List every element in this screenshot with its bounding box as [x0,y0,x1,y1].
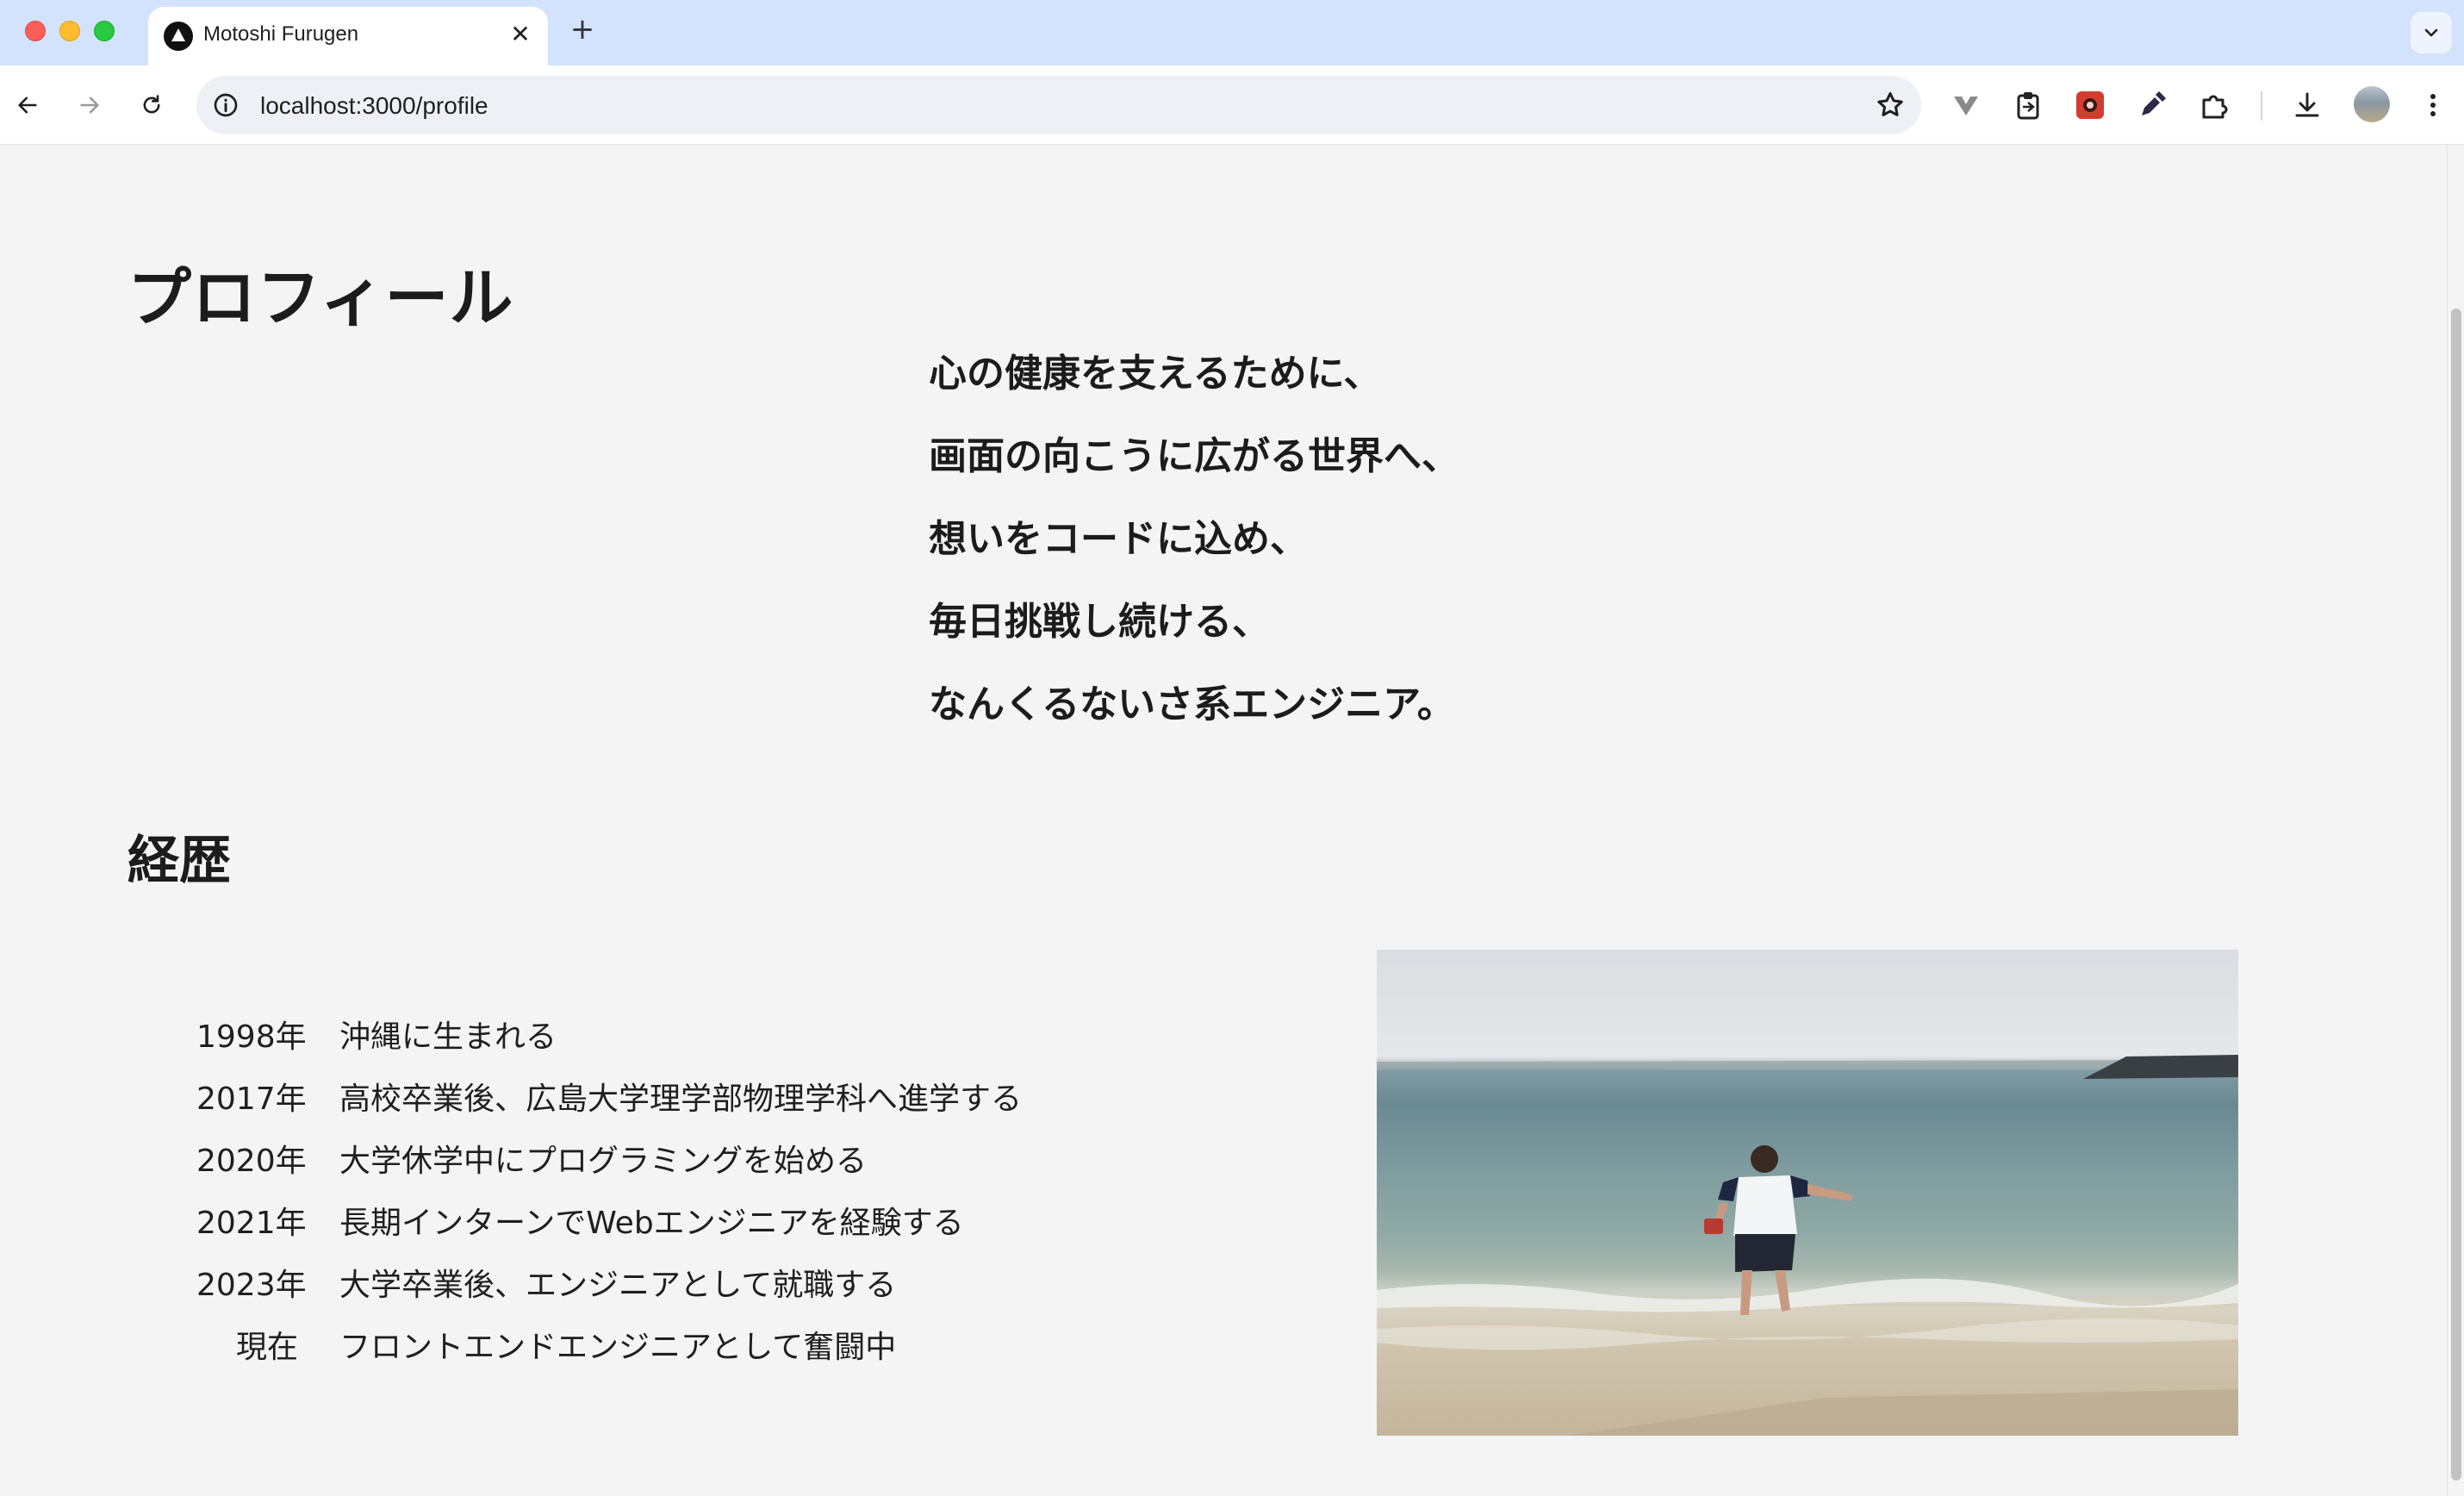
url-text[interactable]: localhost:3000/profile [260,92,488,120]
bookmark-star-icon[interactable] [1875,90,1906,121]
poem-line: 心の健康を支えるために、 [929,352,1382,396]
history-list: 1998年 沖縄に生まれる 2017年 高校卒業後、広島大学理学部物理学科へ進学… [196,1007,1022,1379]
history-heading: 経歴 [128,831,231,891]
history-item: 2017年 高校卒業後、広島大学理学部物理学科へ進学する [196,1069,1022,1131]
back-button[interactable] [7,84,48,126]
history-item: 1998年 沖縄に生まれる [196,1007,557,1069]
clipboard-extension-icon[interactable] [2011,88,2045,122]
active-tab[interactable]: Motoshi Furugen ✕ [148,7,548,65]
profile-page: プロフィール 心の健康を支えるために、 画面の向こうに広がる世界へ、 想いをコー… [0,145,2447,1496]
vuejs-devtools-extension-icon[interactable] [1949,88,1983,122]
history-year: 1998年 [196,1019,307,1055]
beach-photo [1377,950,2238,1436]
reload-button[interactable] [131,84,172,126]
scrollbar-thumb[interactable] [2451,309,2461,1480]
history-text: 大学卒業後、エンジニアとして就職する [339,1268,897,1303]
download-icon[interactable] [2290,88,2324,122]
history-year: 現在 [235,1330,298,1365]
poem-line: 画面の向こうに広がる世界へ、 [929,434,1459,478]
reload-icon [143,95,160,114]
history-item: 現在 フロントエンドエンジニアとして奮闘中 [196,1317,896,1379]
red-extension-icon[interactable] [2073,88,2107,122]
tab-bar: Motoshi Furugen ✕ + [0,0,2464,65]
page-title: プロフィール [128,261,514,335]
history-item: 2023年 大学卒業後、エンジニアとして就職する [196,1255,896,1317]
history-text: 高校卒業後、広島大学理学部物理学科へ進学する [339,1081,1023,1117]
tab-title: Motoshi Furugen [203,22,359,46]
history-item: 2021年 長期インターンでWebエンジニアを経験する [196,1193,964,1255]
more-menu-icon[interactable] [2416,88,2450,122]
browser-toolbar: localhost:3000/profile [0,65,2464,145]
maximize-window-button[interactable] [94,21,115,41]
chevron-down-icon [2424,28,2438,37]
eyedropper-extension-icon[interactable] [2135,88,2169,122]
history-text: 大学休学中にプログラミングを始める [339,1144,868,1179]
history-item: 2020年 大学休学中にプログラミングを始める [196,1131,867,1193]
extensions-puzzle-icon[interactable] [2197,88,2231,122]
history-year: 2021年 [196,1206,307,1241]
address-bar[interactable]: localhost:3000/profile [196,76,1921,134]
history-year: 2020年 [196,1144,307,1179]
arrow-left-icon [18,97,37,114]
site-info-icon[interactable] [212,91,240,119]
profile-poem: 心の健康を支えるために、 画面の向こうに広がる世界へ、 想いをコードに込め、 毎… [929,333,1459,746]
minimize-window-button[interactable] [59,21,80,41]
profile-avatar[interactable] [2354,86,2390,122]
arrow-right-icon [80,97,99,114]
close-tab-icon[interactable]: ✕ [505,19,536,50]
tab-search-button[interactable] [2411,12,2452,53]
history-text: 沖縄に生まれる [339,1019,557,1055]
poem-line: 想いをコードに込め、 [929,517,1308,561]
history-text: フロントエンドエンジニアとして奮闘中 [339,1330,897,1365]
history-year: 2023年 [196,1268,307,1303]
site-favicon-icon [164,22,193,51]
forward-button[interactable] [69,84,110,126]
toolbar-divider [2261,91,2262,121]
page-scrollbar[interactable] [2447,145,2464,1496]
poem-line: 毎日挑戦し続ける、 [929,600,1270,644]
history-year: 2017年 [196,1081,307,1117]
history-text: 長期インターンでWebエンジニアを経験する [339,1206,964,1241]
close-window-button[interactable] [25,21,46,41]
new-tab-button[interactable]: + [565,12,600,47]
poem-line: なんくるないさ系エンジニア。 [929,683,1455,726]
